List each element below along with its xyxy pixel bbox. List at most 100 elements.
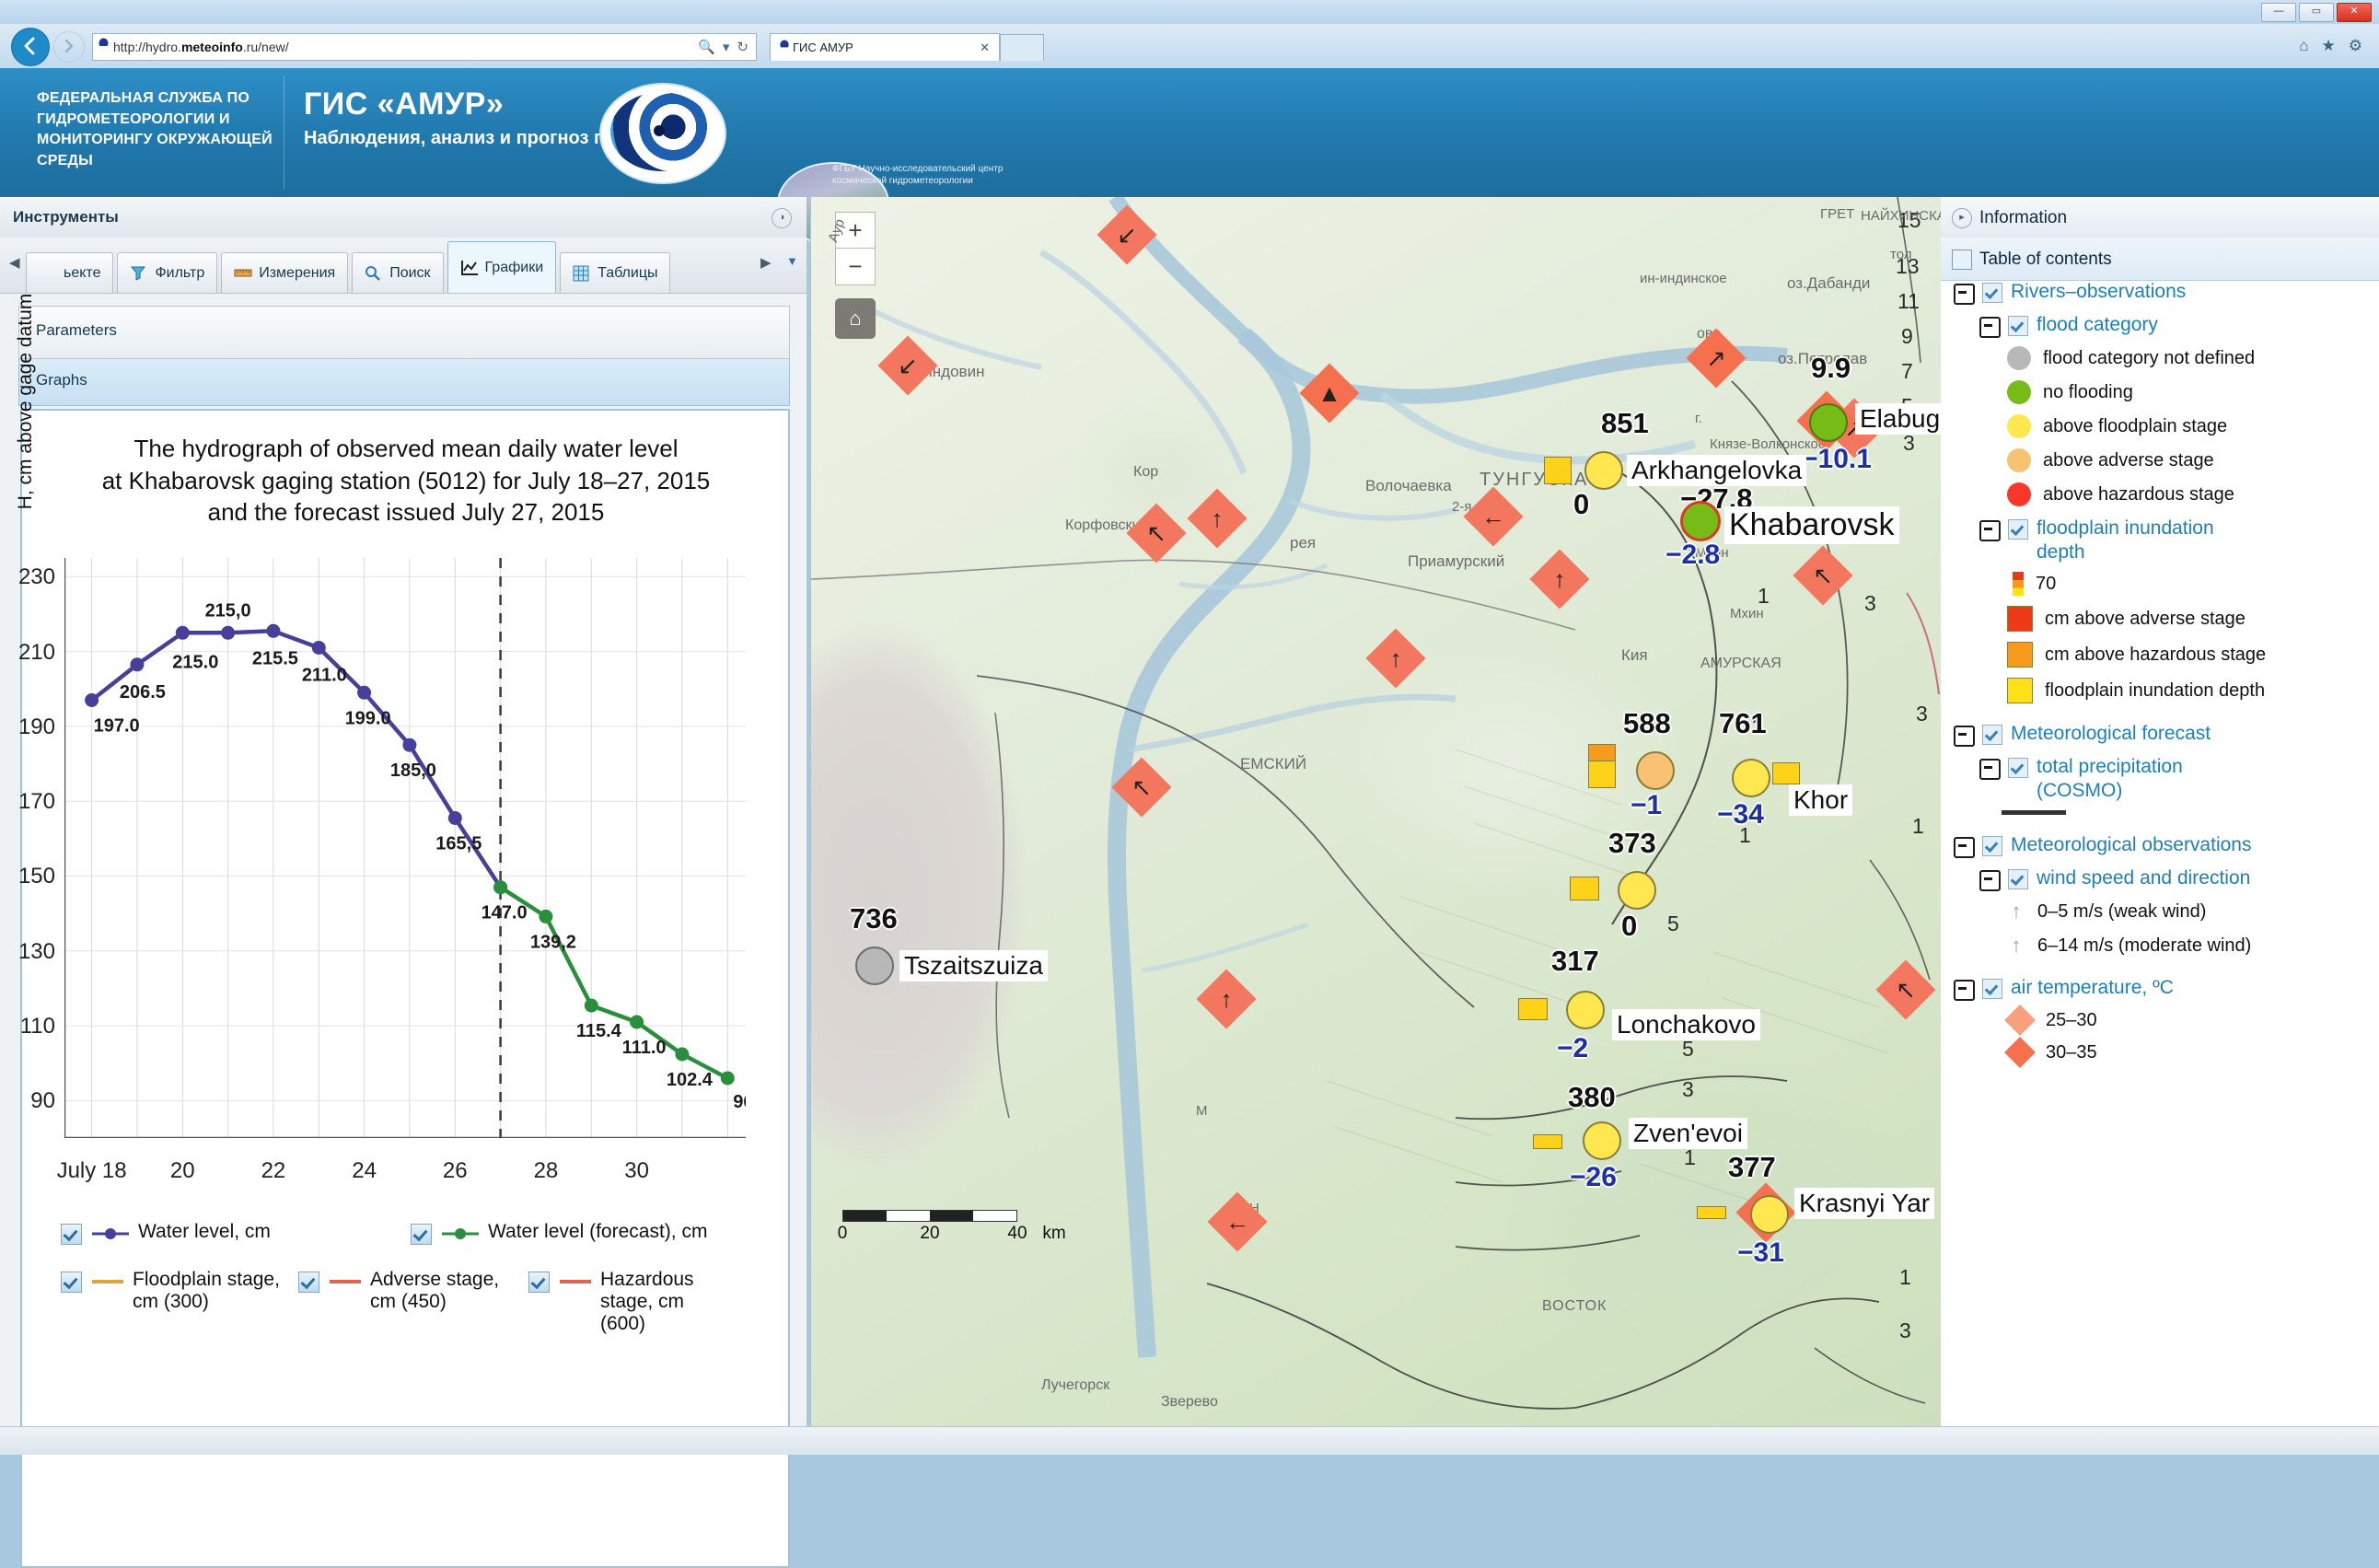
layer-visibility-checkbox[interactable] bbox=[2008, 758, 2028, 779]
ribbon-more-icon[interactable]: ▼ bbox=[786, 254, 798, 268]
browser-tab[interactable]: ГИС АМУР ✕ bbox=[770, 33, 1000, 61]
layer-visibility-checkbox[interactable] bbox=[1982, 725, 2002, 746]
layer-visibility-checkbox[interactable] bbox=[2008, 316, 2028, 336]
tab-search[interactable]: Поиск bbox=[352, 252, 444, 293]
layer-node[interactable]: Meteorological forecast bbox=[1941, 722, 2379, 748]
measure-icon bbox=[234, 265, 252, 282]
layer-label: flood category bbox=[2037, 314, 2158, 335]
close-button[interactable]: ✕ bbox=[2337, 3, 2372, 22]
site-header: ФЕДЕРАЛЬНАЯ СЛУЖБА ПО ГИДРОМЕТЕОРОЛОГИИ … bbox=[0, 68, 2379, 245]
roshydromet-logo bbox=[586, 81, 738, 184]
legend-checkbox[interactable] bbox=[61, 1224, 82, 1245]
layer-node[interactable]: Rivers–observations bbox=[1941, 280, 2379, 305]
layer-node[interactable]: total precipitation (COSMO) bbox=[1941, 755, 2379, 802]
contour-label: 3 bbox=[1899, 1318, 1911, 1342]
layer-visibility-checkbox[interactable] bbox=[1982, 979, 2002, 1000]
station-value: 317 bbox=[1551, 945, 1599, 977]
layer-visibility-checkbox[interactable] bbox=[1982, 283, 2002, 303]
station-value: 761 bbox=[1719, 707, 1767, 739]
legend-item-water-level[interactable]: Water level, cm bbox=[61, 1221, 411, 1245]
information-header[interactable]: ▸ Information bbox=[1941, 197, 2379, 238]
layer-node[interactable]: Meteorological observations bbox=[1941, 833, 2379, 859]
scale-tick: 20 bbox=[920, 1224, 940, 1243]
collapse-toggle-icon[interactable] bbox=[1979, 520, 2001, 541]
tab-graphs[interactable]: Графики bbox=[447, 241, 557, 293]
minimize-button[interactable]: — bbox=[2261, 3, 2296, 22]
x-axis-tick-label: 26 bbox=[442, 1158, 468, 1183]
settings-icon[interactable]: ⚙ bbox=[2349, 37, 2362, 55]
collapse-toggle-icon[interactable] bbox=[1954, 837, 1975, 859]
x-axis-tick-label: 30 bbox=[624, 1158, 649, 1183]
layer-node[interactable]: wind speed and direction bbox=[1941, 866, 2379, 892]
new-tab-button[interactable] bbox=[1000, 34, 1044, 61]
legend-checkbox[interactable] bbox=[528, 1272, 550, 1293]
object-icon bbox=[39, 265, 57, 282]
collapse-toggle-icon[interactable] bbox=[1954, 284, 1975, 305]
map-scale-bar: 0 20 40 km bbox=[838, 1210, 1066, 1246]
collapse-icon[interactable]: ◑ bbox=[772, 208, 792, 228]
legend-symbol-line bbox=[90, 1272, 125, 1292]
wind-arrow-icon: ↗ bbox=[1706, 343, 1726, 372]
legend-item-adverse-stage[interactable]: Adverse stage, cm (450) bbox=[298, 1269, 528, 1335]
collapse-toggle-icon[interactable] bbox=[1979, 870, 2001, 892]
collapse-toggle-icon[interactable] bbox=[1979, 317, 2001, 338]
tab-label: Таблицы bbox=[598, 264, 658, 281]
map-place-label: Зверево bbox=[1161, 1394, 1218, 1410]
layer-visibility-checkbox[interactable] bbox=[2008, 519, 2028, 540]
layer-node[interactable]: flood category bbox=[1941, 313, 2379, 338]
inundation-depth-square bbox=[1588, 744, 1616, 762]
table-of-contents-header[interactable]: Table of contents bbox=[1941, 238, 2379, 281]
layer-visibility-checkbox[interactable] bbox=[2008, 869, 2028, 890]
parameters-section[interactable]: Parameters bbox=[18, 306, 790, 359]
tab-object[interactable]: ьекте bbox=[26, 252, 114, 293]
home-icon[interactable]: ⌂ bbox=[2299, 37, 2308, 55]
layer-node[interactable]: floodplain inundation depth bbox=[1941, 517, 2379, 563]
layer-visibility-checkbox[interactable] bbox=[1982, 836, 2002, 857]
play-circle-icon: ▸ bbox=[1952, 208, 1972, 228]
contour-label: 3 bbox=[1916, 702, 1928, 726]
ribbon-scroll-right-icon[interactable]: ▶ bbox=[760, 254, 772, 271]
chart-plot-area: 197.0 206.5 215.0 215,0 215.5 211.0 199.0 185,0… bbox=[18, 558, 754, 1140]
back-button[interactable] bbox=[11, 28, 50, 66]
collapse-toggle-icon[interactable] bbox=[1954, 980, 1975, 1002]
flood-category-dot-icon bbox=[2007, 380, 2031, 404]
temperature-diamond-icon: ↖ bbox=[1126, 503, 1187, 563]
home-icon[interactable]: ⌂ bbox=[835, 298, 876, 339]
hydrograph-chart-card: The hydrograph of observed mean daily wa… bbox=[15, 294, 790, 1568]
legend-item-floodplain-stage[interactable]: Floodplain stage, cm (300) bbox=[61, 1269, 298, 1335]
zoom-out-button[interactable]: − bbox=[835, 249, 876, 285]
flood-category-dot bbox=[1583, 1121, 1621, 1160]
tab-measurements[interactable]: Измерения bbox=[221, 252, 349, 293]
browser-toolbar-icons: ⌂ ★ ⚙ bbox=[2299, 37, 2362, 55]
layer-label: Meteorological forecast bbox=[2011, 723, 2211, 745]
y-axis-tick-label: 130 bbox=[17, 938, 55, 964]
temperature-diamond-icon: ↙ bbox=[1097, 204, 1157, 265]
contour-label: 3 bbox=[1682, 1077, 1694, 1101]
chevron-down-icon[interactable]: ▾ bbox=[723, 39, 730, 55]
favorites-icon[interactable]: ★ bbox=[2322, 37, 2336, 55]
layer-node[interactable]: air temperature, ºC bbox=[1941, 976, 2379, 1002]
maximize-button[interactable]: ▭ bbox=[2299, 3, 2334, 22]
legend-checkbox[interactable] bbox=[298, 1272, 319, 1293]
legend-item-water-level-forecast[interactable]: Water level (forecast), cm bbox=[411, 1221, 707, 1245]
legend-item-label: 0–5 m/s (weak wind) bbox=[2037, 900, 2207, 922]
tab-tables[interactable]: Таблицы bbox=[560, 252, 671, 293]
layer-legend-item: floodplain inundation depth bbox=[1941, 678, 2379, 704]
search-icon[interactable]: 🔍 bbox=[698, 39, 715, 55]
temperature-diamond-icon: ↑ bbox=[1196, 969, 1257, 1029]
refresh-icon[interactable]: ↻ bbox=[737, 39, 749, 55]
legend-checkbox[interactable] bbox=[411, 1224, 432, 1245]
legend-item-hazardous-stage[interactable]: Hazardous stage, cm (600) bbox=[528, 1269, 722, 1335]
legend-checkbox[interactable] bbox=[61, 1272, 82, 1293]
map-place-label: тол bbox=[1890, 247, 1912, 262]
wind-arrow-icon: ↖ bbox=[1896, 975, 1916, 1004]
legend-item-label: floodplain inundation depth bbox=[2045, 679, 2266, 701]
forward-button[interactable] bbox=[53, 31, 85, 63]
tab-close-icon[interactable]: ✕ bbox=[976, 41, 993, 55]
graphs-section-header[interactable]: Graphs bbox=[18, 359, 790, 406]
collapse-toggle-icon[interactable] bbox=[1954, 726, 1975, 748]
collapse-toggle-icon[interactable] bbox=[1979, 759, 2001, 781]
address-bar[interactable]: http://hydro.meteoinfo.ru/new/ 🔍 ▾ ↻ bbox=[92, 33, 757, 61]
tab-filter[interactable]: Фильтр bbox=[117, 252, 218, 293]
map-viewport[interactable]: + − ⌂ 15 13 11 9 7 5 3 1 3 3 1 3 1 5 3 1… bbox=[810, 197, 1942, 1426]
